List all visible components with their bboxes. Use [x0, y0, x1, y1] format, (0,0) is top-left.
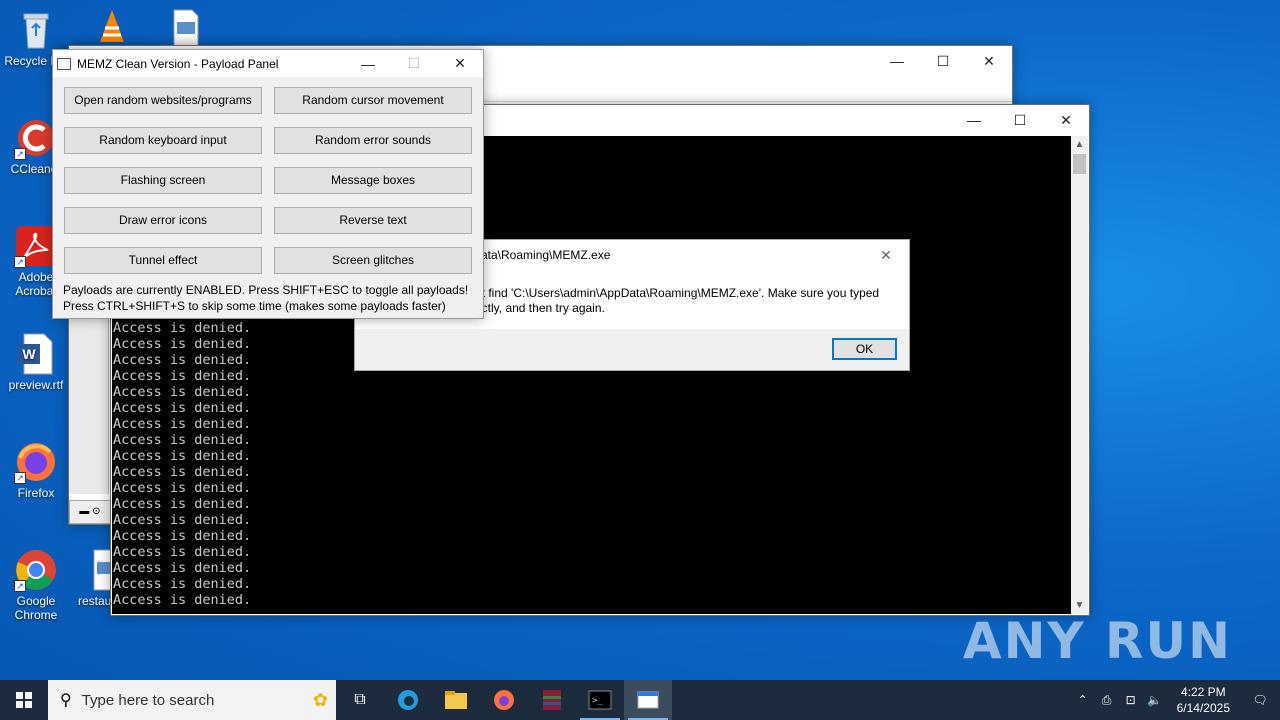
maximize-button[interactable]: ☐	[920, 46, 966, 76]
memz-taskbar-icon[interactable]	[624, 680, 672, 720]
command-prompt-icon[interactable]: >_	[576, 680, 624, 720]
desktop-icon-firefox[interactable]: ↗ Firefox	[0, 440, 72, 500]
app-icon	[57, 57, 71, 70]
error-dialog-footer: OK	[355, 329, 909, 370]
console-line: Access is denied.	[113, 352, 252, 368]
search-icon: ⚲	[60, 692, 72, 709]
payload-button-random-error-sounds[interactable]: Random error sounds	[274, 127, 472, 154]
console-line: Access is denied.	[113, 400, 252, 416]
console-scrollbar[interactable]: ▲ ▼	[1071, 136, 1088, 614]
edge-icon[interactable]	[384, 680, 432, 720]
scroll-up-icon[interactable]: ▲	[1071, 136, 1088, 153]
payload-button-tunnel-effect[interactable]: Tunnel effect	[64, 247, 262, 274]
console-window-controls: — ☐ ✕	[951, 105, 1089, 135]
firefox-icon: ↗	[14, 440, 58, 484]
taskbar: ⚲ Type here to search ✿ ⧉ >_ ⌃ ⎙ ⊡ 🔈 4:2…	[0, 680, 1280, 720]
payload-button-message-boxes[interactable]: Message boxes	[274, 167, 472, 194]
close-button[interactable]: ✕	[863, 240, 909, 270]
winrar-icon[interactable]	[528, 680, 576, 720]
error-dialog-title: ata\Roaming\MEMZ.exe	[481, 248, 611, 262]
desktop-icon-chrome[interactable]: ↗ Google Chrome	[0, 548, 72, 622]
memz-status: Payloads are currently ENABLED. Press SH…	[63, 282, 468, 314]
error-message-line2: ectly, and then try again.	[475, 301, 605, 315]
file-explorer-icon[interactable]	[432, 680, 480, 720]
console-line: Access is denied.	[113, 512, 252, 528]
payload-button-random-cursor-movement[interactable]: Random cursor movement	[274, 87, 472, 114]
payload-button-open-random-websites[interactable]: Open random websites/programs	[64, 87, 262, 114]
console-line: Access is denied.	[113, 432, 252, 448]
windows-logo-icon	[16, 692, 32, 708]
console-line: Access is denied.	[113, 576, 252, 592]
console-line: Access is denied.	[113, 528, 252, 544]
console-line: Access is denied.	[113, 592, 252, 608]
anyrun-watermark: ANY RUN	[962, 612, 1232, 670]
search-placeholder: Type here to search	[81, 691, 215, 709]
console-line: Access is denied.	[113, 496, 252, 512]
payload-button-flashing-screen[interactable]: Flashing screen	[64, 167, 262, 194]
close-button[interactable]: ✕	[437, 50, 483, 77]
taskbar-search[interactable]: ⚲ Type here to search ✿	[48, 680, 336, 720]
payload-button-reverse-text[interactable]: Reverse text	[274, 207, 472, 234]
device-icon[interactable]: ⎙	[1095, 680, 1119, 720]
payload-button-draw-error-icons[interactable]: Draw error icons	[64, 207, 262, 234]
network-icon[interactable]: ⊡	[1119, 680, 1143, 720]
status-line-1: Payloads are currently ENABLED. Press SH…	[63, 283, 469, 297]
browser-window-controls: — ☐ ✕	[874, 46, 1012, 76]
shortcut-arrow-icon: ↗	[14, 256, 26, 268]
desktop-icon-label: preview.rtf	[8, 378, 64, 392]
clock[interactable]: 4:22 PM 6/14/2025	[1167, 684, 1240, 716]
console-line: Access is denied.	[113, 336, 252, 352]
volume-icon[interactable]: 🔈	[1143, 680, 1167, 720]
recycle-bin-icon	[14, 8, 58, 52]
minimize-button[interactable]: —	[345, 50, 391, 77]
console-line: Access is denied.	[113, 384, 252, 400]
shortcut-arrow-icon: ↗	[14, 148, 26, 160]
system-tray: ⌃ ⎙ ⊡ 🔈 4:22 PM 6/14/2025 🗨	[1071, 680, 1280, 720]
error-message-line1: ot find 'C:\Users\admin\AppData\Roaming\…	[475, 286, 880, 300]
desktop-icon-label: Google Chrome	[14, 594, 58, 622]
console-line: Access is denied.	[113, 368, 252, 384]
console-lines: Access is denied. Access is denied. Access…	[113, 320, 251, 608]
console-line: Access is denied.	[113, 464, 252, 480]
word-doc-icon: W	[14, 332, 58, 376]
payload-button-screen-glitches[interactable]: Screen glitches	[274, 247, 472, 274]
memz-titlebar[interactable]: MEMZ Clean Version - Payload Panel — ☐ ✕	[53, 50, 483, 77]
ok-button[interactable]: OK	[832, 338, 897, 360]
console-line: Access is denied.	[113, 448, 252, 464]
memz-title: MEMZ Clean Version - Payload Panel	[77, 56, 279, 71]
console-line: Access is denied.	[113, 480, 252, 496]
desktop-icon-preview-rtf[interactable]: W preview.rtf	[0, 332, 72, 392]
firefox-taskbar-icon[interactable]	[480, 680, 528, 720]
payload-button-random-keyboard-input[interactable]: Random keyboard input	[64, 127, 262, 154]
console-line: Access is denied.	[113, 544, 252, 560]
svg-text:>_: >_	[592, 696, 603, 706]
notification-icon[interactable]: 🗨	[1240, 680, 1280, 720]
scroll-thumb[interactable]	[1073, 154, 1086, 174]
chevron-up-icon[interactable]: ⌃	[1071, 680, 1095, 720]
start-button[interactable]	[0, 680, 48, 720]
vlc-icon	[92, 6, 132, 50]
console-line: Access is denied.	[113, 416, 252, 432]
maximize-button[interactable]: ☐	[997, 105, 1043, 135]
svg-text:W: W	[22, 346, 36, 362]
minimize-button[interactable]: —	[874, 46, 920, 76]
close-button[interactable]: ✕	[1043, 105, 1089, 135]
shortcut-arrow-icon: ↗	[14, 580, 26, 592]
close-button[interactable]: ✕	[966, 46, 1012, 76]
chrome-icon: ↗	[14, 548, 58, 592]
browser-statusbar-icons: ▬ ⊙	[69, 500, 111, 524]
maximize-button: ☐	[407, 55, 421, 71]
task-view-icon[interactable]: ⧉	[336, 680, 384, 720]
status-line-2: Press CTRL+SHIFT+S to skip some time (ma…	[63, 299, 446, 313]
memz-payload-panel[interactable]: MEMZ Clean Version - Payload Panel — ☐ ✕…	[52, 49, 484, 319]
console-line: Access is denied.	[113, 560, 252, 576]
search-highlight-icon: ✿	[312, 689, 328, 710]
minimize-button[interactable]: —	[951, 105, 997, 135]
shortcut-arrow-icon: ↗	[14, 472, 26, 484]
clock-time: 4:22 PM	[1180, 685, 1226, 699]
console-line: Access is denied.	[113, 320, 252, 336]
clock-date: 6/14/2025	[1176, 701, 1230, 715]
desktop-icon-label: Firefox	[17, 486, 55, 500]
